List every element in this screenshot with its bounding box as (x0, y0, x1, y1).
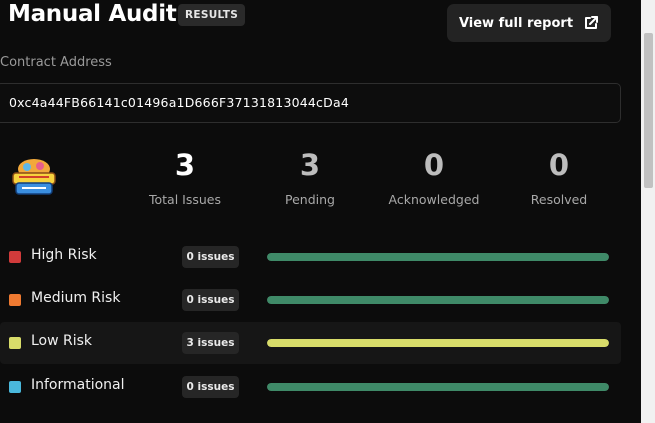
risk-color-swatch (9, 251, 21, 263)
risk-issue-count-badge: 3 issues (182, 332, 239, 354)
risk-progress-fill (267, 383, 609, 391)
contract-address-field[interactable]: 0xc4a44FB66141c01496a1D666F37131813044cD… (0, 83, 621, 123)
stat-acknowledged-value: 0 (423, 148, 445, 182)
risk-progress-bar (267, 253, 609, 261)
stat-total-value: 3 (174, 148, 196, 182)
risk-row-medium[interactable]: Medium Risk 0 issues (0, 279, 621, 321)
project-logo (10, 157, 58, 197)
stat-acknowledged-label: Acknowledged (388, 192, 480, 207)
stat-total-label: Total Issues (148, 192, 221, 207)
external-link-icon (583, 15, 599, 31)
risk-progress-fill (267, 339, 609, 347)
risk-issue-count-badge: 0 issues (182, 246, 239, 268)
risk-issue-count-badge: 0 issues (182, 289, 239, 311)
audit-page: Manual Audit RESULTS View full report Co… (0, 0, 655, 423)
risk-label: Informational (31, 377, 125, 393)
contract-address-label: Contract Address (0, 55, 112, 70)
risk-progress-bar (267, 339, 609, 347)
risk-color-swatch (9, 381, 21, 393)
stat-pending-value: 3 (299, 148, 321, 182)
stat-total-issues: 3 Total Issues (130, 148, 240, 207)
stat-resolved-value: 0 (548, 148, 570, 182)
risk-row-informational[interactable]: Informational 0 issues (0, 366, 621, 408)
risk-color-swatch (9, 337, 21, 349)
risk-label: High Risk (31, 247, 97, 263)
stat-pending-label: Pending (285, 192, 335, 207)
risk-label: Medium Risk (31, 290, 121, 306)
stat-acknowledged: 0 Acknowledged (379, 148, 489, 207)
report-button-label: View full report (458, 15, 574, 31)
scrollbar-thumb[interactable] (644, 33, 653, 188)
view-full-report-button[interactable]: View full report (447, 4, 611, 42)
stat-resolved: 0 Resolved (504, 148, 614, 207)
risk-progress-fill (267, 296, 609, 304)
risk-label: Low Risk (31, 333, 93, 349)
risk-row-low[interactable]: Low Risk 3 issues (0, 322, 621, 364)
risk-progress-bar (267, 383, 609, 391)
risk-row-high[interactable]: High Risk 0 issues (0, 236, 621, 278)
risk-issue-count-badge: 0 issues (182, 376, 239, 398)
risk-progress-fill (267, 253, 609, 261)
risk-progress-bar (267, 296, 609, 304)
page-title: Manual Audit (8, 1, 177, 27)
stat-resolved-label: Resolved (530, 192, 588, 207)
stat-pending: 3 Pending (255, 148, 365, 207)
risk-color-swatch (9, 294, 21, 306)
results-badge: RESULTS (178, 4, 246, 26)
